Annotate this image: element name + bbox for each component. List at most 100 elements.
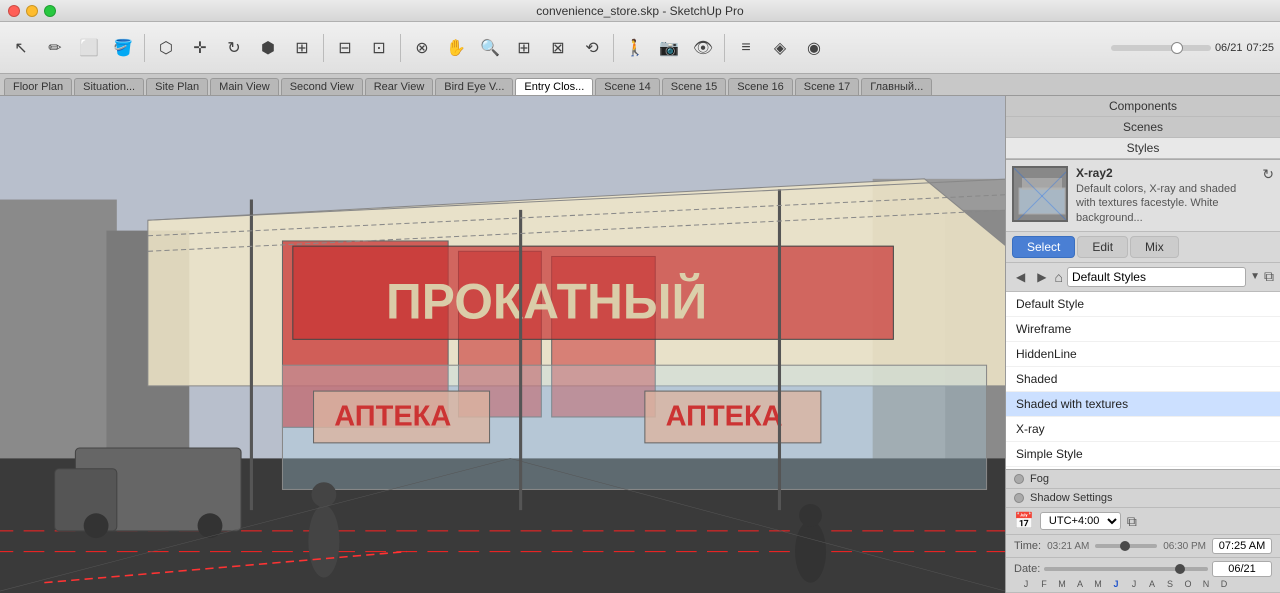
previous-view-button[interactable]: ⟲ <box>577 32 607 64</box>
panel-nav-scenes[interactable]: Scenes <box>1006 117 1280 138</box>
time-slider-thumb[interactable] <box>1120 541 1130 551</box>
minimize-button[interactable] <box>26 5 38 17</box>
walk-tool-button[interactable]: 🚶 <box>620 32 650 64</box>
scene-tab-entry-close[interactable]: Entry Clos... <box>515 78 593 95</box>
scene-tab-floor-plan[interactable]: Floor Plan <box>4 78 72 95</box>
nav-back-arrow[interactable]: ◀ <box>1012 268 1029 286</box>
time-slider[interactable] <box>1095 544 1157 548</box>
eraser-tool-button[interactable]: ⬜ <box>74 32 104 64</box>
tab-mix[interactable]: Mix <box>1130 236 1179 258</box>
tab-select[interactable]: Select <box>1012 236 1075 258</box>
shadow-indicator[interactable] <box>1014 493 1024 503</box>
date-slider-thumb[interactable] <box>1175 564 1185 574</box>
month-jul: J <box>1126 579 1142 589</box>
style-preview-desc: Default colors, X-ray and shaded with te… <box>1076 182 1254 225</box>
style-item-default[interactable]: Default Style <box>1006 292 1280 317</box>
move-tool-button[interactable]: ✛ <box>185 32 215 64</box>
select-tool-button[interactable]: ↖ <box>6 32 36 64</box>
month-dec: D <box>1216 579 1232 589</box>
style-item-xray[interactable]: X-ray <box>1006 417 1280 442</box>
maximize-button[interactable] <box>44 5 56 17</box>
scene-tab-site-plan[interactable]: Site Plan <box>146 78 208 95</box>
timeline: 06/21 07:25 <box>1111 42 1274 54</box>
style-item-simple[interactable]: Simple Style <box>1006 442 1280 467</box>
orbit-tool-button[interactable]: ⊗ <box>407 32 437 64</box>
style-item-hiddenline[interactable]: HiddenLine <box>1006 342 1280 367</box>
style-item-shaded-textures[interactable]: Shaded with textures <box>1006 392 1280 417</box>
month-oct: O <box>1180 579 1196 589</box>
tab-edit[interactable]: Edit <box>1077 236 1128 258</box>
toolbar-right: 06/21 07:25 <box>1111 42 1274 54</box>
utc-row: 📅 UTC+4:00 ⧉ <box>1006 508 1280 535</box>
window-controls <box>8 5 56 17</box>
time-field[interactable] <box>1212 538 1272 554</box>
style-preview-name: X-ray2 <box>1076 166 1254 180</box>
styles-list[interactable]: Default Style Wireframe HiddenLine Shade… <box>1006 292 1280 469</box>
month-nov: N <box>1198 579 1214 589</box>
month-feb: F <box>1036 579 1052 589</box>
toolbar-sep-2 <box>323 34 324 62</box>
scene-tab-16[interactable]: Scene 16 <box>728 78 792 95</box>
style-preview-info: X-ray2 Default colors, X-ray and shaded … <box>1076 166 1254 225</box>
calendar-icon[interactable]: 📅 <box>1014 511 1034 531</box>
scene-tab-14[interactable]: Scene 14 <box>595 78 659 95</box>
zoom-tool-button[interactable]: 🔍 <box>475 32 505 64</box>
component-tool-button[interactable]: ⊡ <box>364 32 394 64</box>
date-field[interactable] <box>1212 561 1272 577</box>
right-panel: Components Scenes Styles X-ray2 Default … <box>1005 96 1280 593</box>
date-row: Date: J F M A M J J A S O <box>1006 558 1280 593</box>
copy-style-icon[interactable]: ⧉ <box>1264 268 1274 285</box>
scene-tab-bird-eye[interactable]: Bird Eye V... <box>435 78 513 95</box>
camera-tool-button[interactable]: 📷 <box>654 32 684 64</box>
utc-copy-icon[interactable]: ⧉ <box>1127 513 1137 530</box>
push-pull-tool-button[interactable]: ⬡ <box>151 32 181 64</box>
month-apr: A <box>1072 579 1088 589</box>
scene-tab-rear-view[interactable]: Rear View <box>365 78 434 95</box>
style-item-wireframe[interactable]: Wireframe <box>1006 317 1280 342</box>
scene-tab-situation[interactable]: Situation... <box>74 78 144 95</box>
scale-tool-button[interactable]: ⬢ <box>253 32 283 64</box>
materials-tool-button[interactable]: ◈ <box>765 32 795 64</box>
styles-tool-button[interactable]: ◉ <box>799 32 829 64</box>
nav-forward-arrow[interactable]: ▶ <box>1033 268 1050 286</box>
style-item-shaded[interactable]: Shaded <box>1006 367 1280 392</box>
scene-tab-main-ru[interactable]: Главный... <box>861 78 932 95</box>
toolbar-sep-3 <box>400 34 401 62</box>
timeline-thumb[interactable] <box>1171 42 1183 54</box>
month-jan: J <box>1018 579 1034 589</box>
scene-tab-15[interactable]: Scene 15 <box>662 78 726 95</box>
panel-nav-components[interactable]: Components <box>1006 96 1280 117</box>
utc-dropdown[interactable]: UTC+4:00 <box>1040 512 1121 530</box>
close-button[interactable] <box>8 5 20 17</box>
date-slider[interactable] <box>1044 567 1208 571</box>
zoom-extents-tool-button[interactable]: ⊠ <box>543 32 573 64</box>
fog-indicator[interactable] <box>1014 474 1024 484</box>
timeline-end: 07:25 <box>1246 42 1274 54</box>
scene-tab-17[interactable]: Scene 17 <box>795 78 859 95</box>
pencil-tool-button[interactable]: ✏ <box>40 32 70 64</box>
position-camera-button[interactable]: 👁 <box>688 32 718 64</box>
scene-tab-second-view[interactable]: Second View <box>281 78 363 95</box>
toolbar-sep-4 <box>613 34 614 62</box>
rotate-tool-button[interactable]: ↻ <box>219 32 249 64</box>
main-toolbar: ↖ ✏ ⬜ 🪣 ⬡ ✛ ↻ ⬢ ⊞ ⊟ ⊡ ⊗ ✋ 🔍 ⊞ ⊠ ⟲ 🚶 📷 👁 … <box>0 22 1280 74</box>
dropdown-arrow-icon: ▼ <box>1250 271 1260 282</box>
scene-tab-main-view[interactable]: Main View <box>210 78 279 95</box>
svg-text:ПРОКАТНЫЙ: ПРОКАТНЫЙ <box>386 273 707 330</box>
section-tool-button[interactable]: ⊟ <box>330 32 360 64</box>
panel-nav-styles[interactable]: Styles <box>1006 138 1280 159</box>
viewport[interactable]: ПРОКАТНЫЙ АПТЕКА АПТЕКА <box>0 96 1005 593</box>
update-style-icon[interactable]: ↻ <box>1262 166 1274 183</box>
styles-library-dropdown[interactable]: Default Styles Assorted Styles Color Set… <box>1067 267 1246 287</box>
bottom-section: Fog Shadow Settings 📅 UTC+4:00 ⧉ Time: 0… <box>1006 469 1280 593</box>
window-title: convenience_store.skp - SketchUp Pro <box>536 4 743 18</box>
layers-tool-button[interactable]: ≡ <box>731 32 761 64</box>
paint-tool-button[interactable]: 🪣 <box>108 32 138 64</box>
zoom-window-tool-button[interactable]: ⊞ <box>509 32 539 64</box>
pan-tool-button[interactable]: ✋ <box>441 32 471 64</box>
tape-tool-button[interactable]: ⊞ <box>287 32 317 64</box>
style-preview-area: X-ray2 Default colors, X-ray and shaded … <box>1006 160 1280 232</box>
style-tabs: Select Edit Mix <box>1006 232 1280 263</box>
timeline-track[interactable] <box>1111 45 1211 51</box>
home-icon[interactable]: ⌂ <box>1054 269 1062 285</box>
